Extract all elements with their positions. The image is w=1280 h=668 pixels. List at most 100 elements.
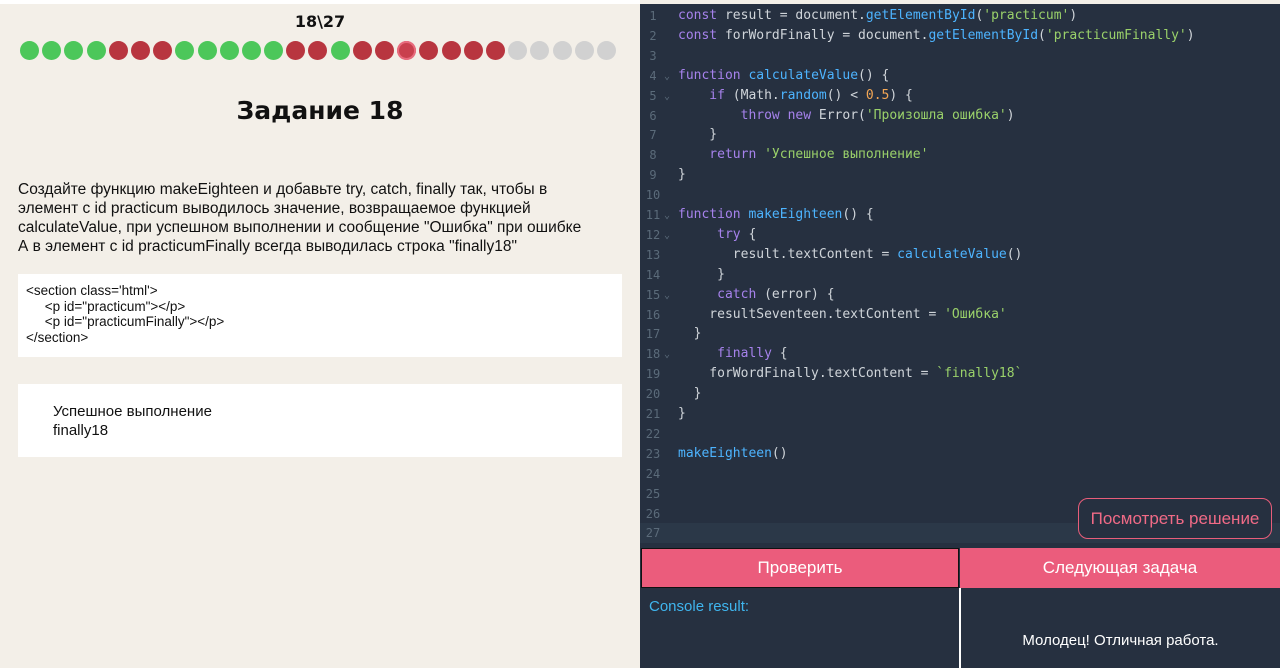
line-number: 1 xyxy=(649,9,657,23)
code-token: const xyxy=(678,27,725,43)
code-token: () xyxy=(1006,246,1023,262)
code-editor[interactable]: 1 const result = document.getElementById(… xyxy=(640,4,1280,548)
editor-line[interactable]: 14 } xyxy=(640,265,1280,285)
editor-line[interactable]: 20 } xyxy=(640,384,1280,404)
task-title: Задание 18 xyxy=(236,96,404,125)
editor-line[interactable]: 15 ⌄ catch (error) { xyxy=(640,285,1280,305)
code-token: forWordFinally = document. xyxy=(724,27,929,43)
editor-line[interactable]: 4 ⌄ function calculateValue() { xyxy=(640,66,1280,86)
editor-line[interactable]: 7 } xyxy=(640,125,1280,145)
code-text: return 'Успешное выполнение' xyxy=(678,145,928,165)
code-token: function xyxy=(678,207,749,222)
progress-dot-wrong[interactable] xyxy=(108,41,128,60)
editor-line[interactable]: 11 ⌄ function makeEighteen() { xyxy=(640,205,1280,225)
code-token: ) xyxy=(1006,107,1015,123)
code-token: () { xyxy=(842,207,874,222)
progress-dot-correct[interactable] xyxy=(241,41,261,60)
editor-line[interactable]: 9} xyxy=(640,165,1280,185)
editor-line[interactable]: 3 xyxy=(640,46,1280,66)
line-number: 19 xyxy=(645,367,661,382)
editor-line[interactable]: 1 const result = document.getElementById(… xyxy=(640,6,1280,26)
editor-line[interactable]: 2 const forWordFinally = document.getElem… xyxy=(640,26,1280,46)
feedback-panel: Молодец! Отличная работа. xyxy=(961,588,1280,668)
fold-chevron-icon[interactable]: ⌄ xyxy=(664,87,670,107)
code-token: } xyxy=(678,406,686,421)
code-text: try { xyxy=(678,225,756,245)
fold-chevron-icon[interactable]: ⌄ xyxy=(664,206,670,226)
progress-dot-pending[interactable] xyxy=(508,41,528,60)
editor-line[interactable]: 19 forWordFinally.textContent = `finally… xyxy=(640,364,1280,384)
code-text: result.textContent = calculateValue() xyxy=(678,245,1023,265)
console-label: Console result: xyxy=(649,598,750,615)
next-task-button[interactable]: Следующая задача xyxy=(960,548,1280,588)
progress-dot-wrong[interactable] xyxy=(130,41,150,60)
progress-dot-wrong[interactable] xyxy=(375,41,394,60)
editor-line[interactable]: 12 ⌄ try { xyxy=(640,225,1280,245)
code-token: () < xyxy=(826,87,866,103)
code-token: () xyxy=(771,445,788,461)
fold-chevron-icon[interactable]: ⌄ xyxy=(664,286,670,306)
check-button[interactable]: Проверить xyxy=(641,548,959,588)
description-line: А в элемент с id practicumFinally всегда… xyxy=(18,238,517,255)
editor-line[interactable]: 18 ⌄ finally { xyxy=(640,344,1280,364)
code-text: makeEighteen() xyxy=(678,444,788,464)
editor-line[interactable]: 17 } xyxy=(640,324,1280,344)
progress-dot-correct[interactable] xyxy=(20,41,39,60)
progress-dot-correct[interactable] xyxy=(330,41,350,60)
code-token: } xyxy=(678,167,686,183)
progress-dot-wrong[interactable] xyxy=(308,41,328,60)
line-number: 22 xyxy=(645,426,661,441)
editor-line[interactable]: 24 xyxy=(640,464,1280,484)
progress-dot-correct[interactable] xyxy=(175,41,195,60)
progress-dot-correct[interactable] xyxy=(197,41,217,60)
progress-dot-pending[interactable] xyxy=(574,41,594,60)
code-text: if (Math.random() < 0.5) { xyxy=(678,86,913,106)
editor-line[interactable]: 6 throw new Error('Произошла ошибка') xyxy=(640,106,1280,126)
progress-dot-wrong[interactable] xyxy=(463,41,483,60)
code-token: catch xyxy=(678,286,765,302)
progress-dot-wrong[interactable] xyxy=(286,41,306,60)
code-token: try xyxy=(678,226,749,242)
progress-dot-correct[interactable] xyxy=(64,41,84,60)
progress-dot-correct[interactable] xyxy=(42,41,62,60)
code-token: ) xyxy=(1069,8,1078,23)
progress-dot-wrong[interactable] xyxy=(441,41,461,60)
fold-chevron-icon[interactable]: ⌄ xyxy=(664,345,670,365)
code-token: calculateValue xyxy=(897,246,1007,262)
fold-chevron-icon[interactable]: ⌄ xyxy=(664,226,670,246)
editor-line[interactable]: 22 xyxy=(640,424,1280,444)
progress-dot-current[interactable] xyxy=(397,41,417,60)
code-token: ) xyxy=(1186,27,1195,43)
editor-line[interactable]: 10 xyxy=(640,185,1280,205)
editor-line[interactable]: 23 makeEighteen() xyxy=(640,444,1280,464)
code-token: 0.5 xyxy=(865,87,890,103)
code-token: function xyxy=(678,67,749,83)
code-token: result.textContent = xyxy=(678,246,898,262)
html-snippet: <section class='html'> <p id="practicum"… xyxy=(18,274,622,357)
line-number: 25 xyxy=(645,486,661,501)
feedback-message: Молодец! Отличная работа. xyxy=(1022,632,1219,649)
editor-line[interactable]: 8 return 'Успешное выполнение' xyxy=(640,145,1280,165)
snippet-line: <section class='html'> xyxy=(26,283,158,298)
code-text: finally { xyxy=(678,344,787,364)
code-text: const result = document.getElementById('… xyxy=(678,6,1077,26)
progress-dot-correct[interactable] xyxy=(86,41,106,60)
progress-dot-pending[interactable] xyxy=(596,41,616,60)
progress-dot-wrong[interactable] xyxy=(419,41,439,60)
progress-dot-pending[interactable] xyxy=(552,41,572,60)
view-solution-button[interactable]: Посмотреть решение xyxy=(1078,498,1272,539)
editor-line[interactable]: 13 result.textContent = calculateValue() xyxy=(640,245,1280,265)
progress-dot-correct[interactable] xyxy=(264,41,284,60)
progress-dot-wrong[interactable] xyxy=(485,41,505,60)
progress-dot-correct[interactable] xyxy=(219,41,239,60)
code-token: if xyxy=(678,87,733,103)
editor-line[interactable]: 5 ⌄ if (Math.random() < 0.5) { xyxy=(640,86,1280,106)
editor-line[interactable]: 16 resultSeventeen.textContent = 'Ошибка… xyxy=(640,305,1280,325)
progress-dot-wrong[interactable] xyxy=(153,41,173,60)
fold-chevron-icon[interactable]: ⌄ xyxy=(664,67,670,87)
progress-dot-pending[interactable] xyxy=(530,41,550,60)
editor-line[interactable]: 21} xyxy=(640,404,1280,424)
progress-counter: 18\27 xyxy=(294,12,346,31)
description-line: элемент с id practicum выводилось значен… xyxy=(18,200,531,217)
progress-dot-wrong[interactable] xyxy=(352,41,372,60)
